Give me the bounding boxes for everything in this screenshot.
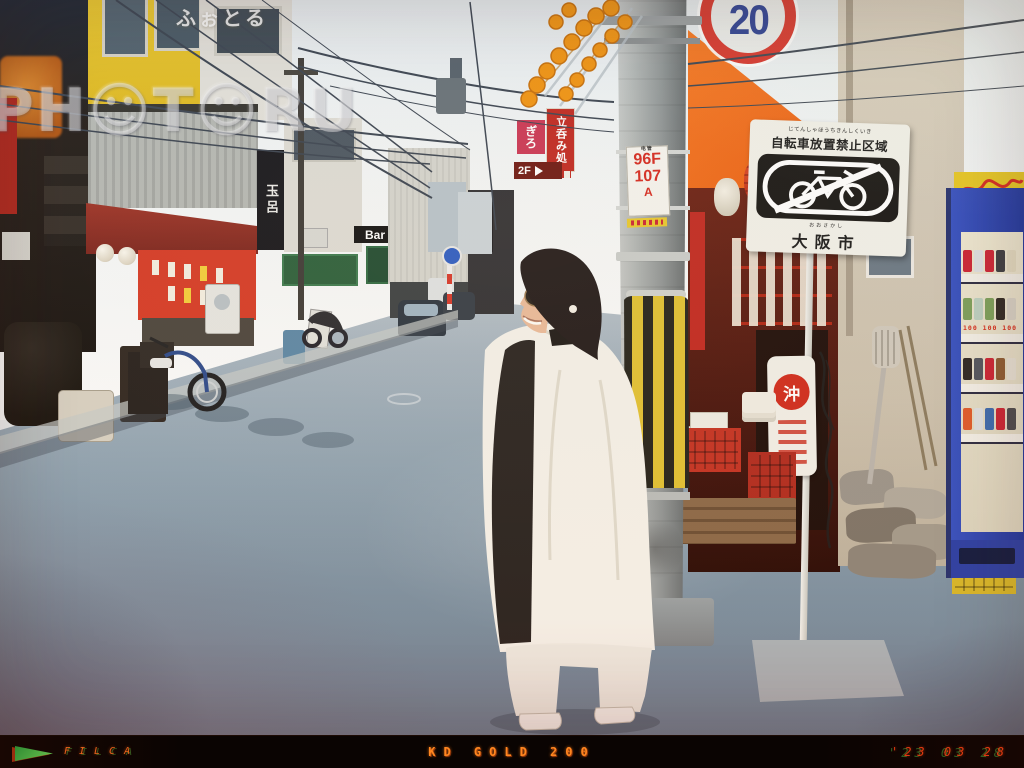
street-photo: 玉呂 Bar 花いちか ぎろ 立呑み処 2F: [0, 0, 1024, 735]
film-photo-frame: 玉呂 Bar 花いちか ぎろ 立呑み処 2F: [0, 0, 1024, 768]
white-shoe: [595, 707, 635, 724]
film-stock-label: KD GOLD 200: [0, 745, 1024, 759]
watermark-brand: PH☺T☺RU: [0, 76, 359, 146]
film-info-strip: FILCA KD GOLD 200 '23 03 28: [0, 735, 1024, 768]
film-date-stamp: '23 03 28: [891, 745, 1010, 759]
white-shoe: [519, 713, 561, 730]
white-pants: [506, 643, 652, 716]
watermark-kana: ふぉとる: [176, 2, 268, 31]
pearl-earring: [569, 305, 577, 313]
